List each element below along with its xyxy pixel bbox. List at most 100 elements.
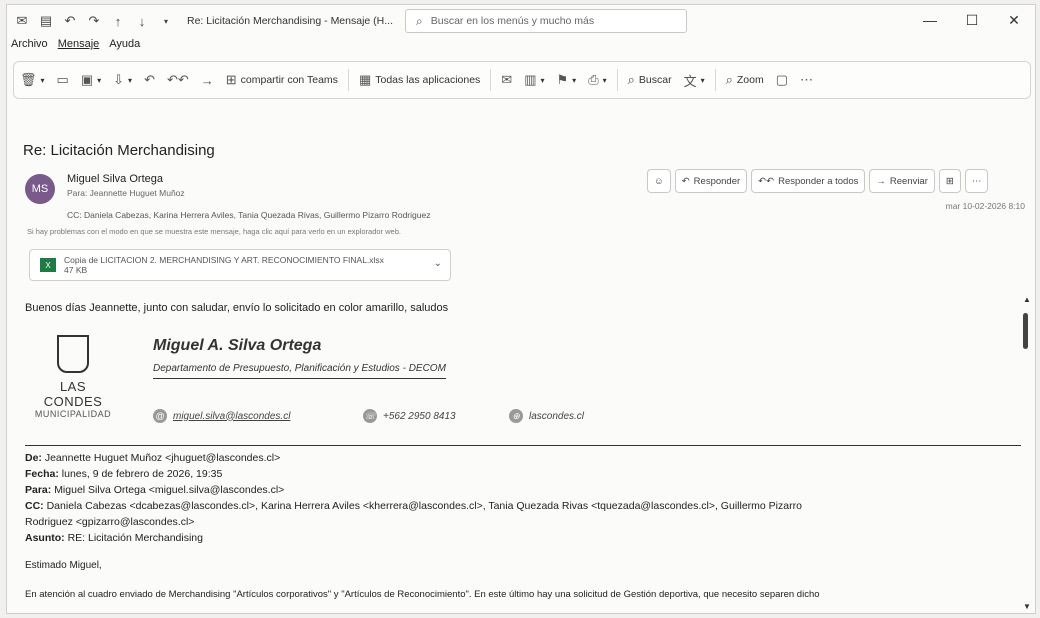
chevron-down-icon: ▾ bbox=[128, 75, 133, 85]
window-controls: — ☐ ✕ bbox=[909, 5, 1035, 35]
categorize-icon: ▥ bbox=[524, 72, 537, 87]
forward-icon: → bbox=[200, 72, 214, 88]
rules-icon: ⇩ bbox=[113, 72, 125, 87]
reader-icon: ▢ bbox=[775, 72, 789, 87]
teams-chat-button[interactable]: ⊞ bbox=[938, 169, 961, 193]
immersive-reader-button[interactable]: ▢ bbox=[770, 72, 794, 88]
reply-icon: ↶ bbox=[681, 175, 690, 187]
crest-icon bbox=[57, 335, 89, 373]
fwd-paragraph: En atención al cuadro enviado de Merchan… bbox=[25, 589, 820, 600]
phone-icon: ☏ bbox=[363, 409, 377, 423]
more-icon: ⋯ bbox=[971, 175, 982, 187]
next-item-icon[interactable]: ↓ bbox=[133, 12, 151, 30]
sender-name[interactable]: Miguel Silva Ortega bbox=[67, 173, 163, 185]
las-condes-logo: LAS CONDES MUNICIPALIDAD bbox=[33, 335, 113, 419]
customize-toolbar-icon[interactable]: ▾ bbox=[157, 12, 175, 30]
reply-all-icon: ↶↶ bbox=[166, 72, 189, 87]
display-notice[interactable]: Si hay problemas con el modo en que se m… bbox=[27, 227, 401, 236]
attachment-size: 47 KB bbox=[64, 265, 88, 275]
fwd-to-value[interactable]: Miguel Silva Ortega <miguel.silva@lascon… bbox=[54, 484, 284, 496]
forward-button[interactable]: → Reenviar bbox=[869, 169, 935, 193]
search-icon: ⌕ bbox=[416, 13, 423, 28]
search-placeholder: Buscar en los menús y mucho más bbox=[430, 15, 595, 27]
reply-all-button[interactable]: ↶↶ Responder a todos bbox=[751, 169, 866, 193]
undo-icon[interactable]: ↶ bbox=[61, 12, 79, 30]
emoji-reaction-button[interactable]: ☺ bbox=[647, 169, 671, 193]
fwd-subject: Asunto: RE: Licitación Merchandising bbox=[25, 532, 203, 544]
all-apps-label: Todas las aplicaciones bbox=[375, 74, 481, 86]
signature-email-text[interactable]: miguel.silva@lascondes.cl bbox=[173, 411, 290, 422]
categorize-button[interactable]: ▥ ▾ bbox=[518, 72, 550, 88]
scroll-down-icon[interactable]: ▼ bbox=[1023, 602, 1031, 611]
buscar-button[interactable]: ⌕ Buscar bbox=[622, 72, 678, 88]
more-options-button[interactable]: ⋯ bbox=[794, 72, 819, 88]
signature-web-text[interactable]: lascondes.cl bbox=[529, 411, 584, 422]
translate-button[interactable]: 文 ▾ bbox=[678, 71, 711, 90]
chevron-down-icon[interactable]: ⌄ bbox=[434, 258, 442, 269]
zoom-button[interactable]: ⌕ Zoom bbox=[720, 72, 770, 88]
more-actions-button[interactable]: ⋯ bbox=[964, 169, 989, 193]
trash-icon: 🗑 bbox=[20, 72, 37, 87]
forward-label: Reenviar bbox=[889, 175, 928, 187]
zoom-label: Zoom bbox=[736, 74, 764, 86]
chevron-down-icon: ▾ bbox=[572, 75, 577, 85]
maximize-button[interactable]: ☐ bbox=[951, 5, 993, 35]
menu-bar: Archivo Mensaje Ayuda bbox=[7, 38, 140, 56]
print-button[interactable]: ⎙ ▾ bbox=[582, 72, 612, 88]
ribbon-divider bbox=[490, 69, 492, 91]
menu-mensaje[interactable]: Mensaje bbox=[58, 38, 100, 56]
title-bar: ✉ ▤ ↶ ↷ ↑ ↓ ▾ Re: Licitación Merchandisi… bbox=[7, 5, 1035, 37]
chevron-down-icon: ▾ bbox=[97, 75, 102, 85]
web-icon: ⊕ bbox=[509, 409, 523, 423]
avatar[interactable]: MS bbox=[25, 174, 55, 204]
scrollbar-thumb[interactable] bbox=[1023, 313, 1028, 349]
fwd-cc-value[interactable]: Daniela Cabezas <dcabezas@lascondes.cl>,… bbox=[47, 500, 802, 512]
signature-department: Departamento de Presupuesto, Planificaci… bbox=[153, 363, 446, 379]
translate-icon: 文 bbox=[683, 73, 697, 89]
flag-button[interactable]: ⚑ ▾ bbox=[551, 72, 583, 88]
scroll-up-icon[interactable]: ▲ bbox=[1023, 295, 1031, 304]
reply-button[interactable]: ↶ Responder bbox=[674, 169, 748, 193]
attachment-card[interactable]: X Copia de LICITACION 2. MERCHANDISING Y… bbox=[29, 249, 451, 281]
previous-item-icon[interactable]: ↑ bbox=[109, 12, 127, 30]
close-button[interactable]: ✕ bbox=[993, 5, 1035, 35]
reply-ribbon-button[interactable]: ↶ bbox=[138, 72, 161, 88]
message-actions: ☺ ↶ Responder ↶↶ Responder a todos → Reenvi… bbox=[647, 169, 989, 193]
reply-all-icon: ↶↶ bbox=[758, 175, 775, 187]
signature-web[interactable]: ⊕ lascondes.cl bbox=[509, 409, 584, 423]
fwd-from-value[interactable]: Jeannette Huguet Muñoz <jhuguet@lasconde… bbox=[45, 452, 280, 464]
fwd-cc-continued[interactable]: Rodriguez <gpizarro@lascondes.cl> bbox=[25, 516, 194, 528]
signature-email[interactable]: @ miguel.silva@lascondes.cl bbox=[153, 409, 290, 423]
chevron-down-icon: ▾ bbox=[540, 75, 545, 85]
archive-icon: ▭ bbox=[56, 72, 69, 87]
fwd-salutation: Estimado Miguel, bbox=[25, 560, 102, 571]
window-title: Re: Licitación Merchandising - Mensaje (… bbox=[187, 15, 394, 27]
more-icon: ⋯ bbox=[800, 72, 814, 87]
fwd-subject-label: Asunto: bbox=[25, 532, 65, 544]
save-icon[interactable]: ▤ bbox=[37, 12, 55, 30]
delete-button[interactable]: 🗑 ▾ bbox=[14, 72, 51, 88]
fwd-date: Fecha: lunes, 9 de febrero de 2026, 19:3… bbox=[25, 468, 222, 480]
zoom-icon: ⌕ bbox=[725, 72, 733, 87]
body-scrollbar[interactable]: ▲ ▼ bbox=[1021, 293, 1031, 613]
redo-icon[interactable]: ↷ bbox=[85, 12, 103, 30]
move-button[interactable]: ▣ ▾ bbox=[75, 72, 107, 88]
ribbon-divider bbox=[714, 69, 716, 91]
buscar-label: Buscar bbox=[638, 74, 672, 86]
menu-ayuda[interactable]: Ayuda bbox=[109, 38, 140, 56]
ribbon-toolbar: 🗑 ▾ ▭ ▣ ▾ ⇩ ▾ ↶ ↶↶ → ⊞ compartir con Teams ▦… bbox=[13, 61, 1031, 99]
flag-rules-button[interactable]: ⇩ ▾ bbox=[107, 72, 138, 88]
forward-ribbon-button[interactable]: → bbox=[195, 73, 220, 88]
recipients-cc: CC: Daniela Cabezas, Karina Herrera Avil… bbox=[67, 210, 431, 220]
share-teams-button[interactable]: ⊞ compartir con Teams bbox=[220, 72, 344, 88]
search-input[interactable]: ⌕ Buscar en los menús y mucho más bbox=[405, 9, 687, 33]
all-apps-button[interactable]: ▦ Todas las aplicaciones bbox=[353, 72, 486, 88]
unread-button[interactable]: ✉ bbox=[495, 72, 518, 88]
reply-all-ribbon-button[interactable]: ↶↶ bbox=[161, 72, 195, 88]
minimize-button[interactable]: — bbox=[909, 5, 951, 35]
reply-icon: ↶ bbox=[144, 72, 155, 87]
menu-archivo[interactable]: Archivo bbox=[11, 38, 48, 56]
body-greeting: Buenos días Jeannette, junto con saludar… bbox=[25, 302, 449, 314]
excel-file-icon: X bbox=[40, 258, 56, 272]
archive-button[interactable]: ▭ bbox=[51, 72, 75, 88]
